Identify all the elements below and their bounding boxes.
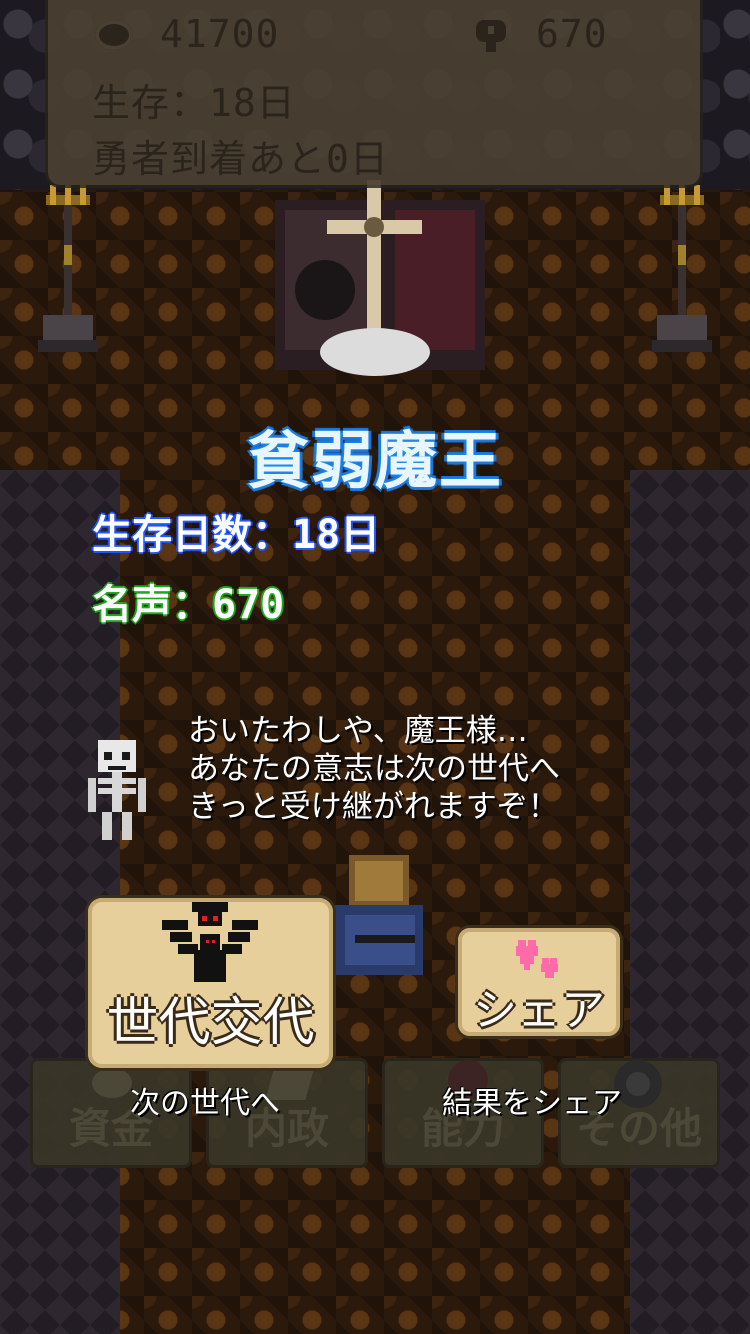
next-generation-label: 世代交代: [106, 993, 315, 1053]
next-generation-button[interactable]: 世代交代: [88, 898, 333, 1068]
coin-icon: [92, 1068, 132, 1098]
dialog-line: おいたわしや、魔王様…: [188, 713, 528, 749]
days-survived: 生存日数：18日: [92, 512, 381, 558]
result-title: 貧弱魔王: [246, 424, 503, 497]
fame-result: 名声：670: [92, 582, 285, 628]
hero-sprite-icon: [335, 855, 423, 975]
dialog-line: あなたの意志は次の世代へ: [188, 751, 560, 787]
right-wall: [630, 470, 750, 1334]
torch-right-icon: [652, 185, 712, 352]
coin-count: 41700: [160, 12, 280, 56]
dialog-text: おいたわしや、魔王様… あなたの意志は次の世代へ きっと受け継がれますぞ！: [188, 712, 728, 826]
fame-icon: [476, 20, 506, 52]
coin-icon: [95, 20, 133, 50]
hero-arrival-countdown: 勇者到着あと0日: [92, 137, 389, 181]
share-caption: 結果をシェア: [442, 1086, 622, 1121]
demon-silhouette-icon: [162, 902, 258, 982]
dialog-line: きっと受け継がれますぞ！: [188, 789, 559, 825]
share-button[interactable]: シェア: [458, 928, 620, 1036]
grave-cross-icon: [275, 180, 485, 376]
share-label: シェア: [473, 985, 605, 1036]
fame-count: 670: [536, 12, 608, 56]
torch-left-icon: [38, 185, 98, 352]
skeleton-icon: [88, 740, 146, 840]
survival-days: 生存：18日: [92, 81, 296, 125]
next-generation-caption: 次の世代へ: [130, 1086, 280, 1121]
